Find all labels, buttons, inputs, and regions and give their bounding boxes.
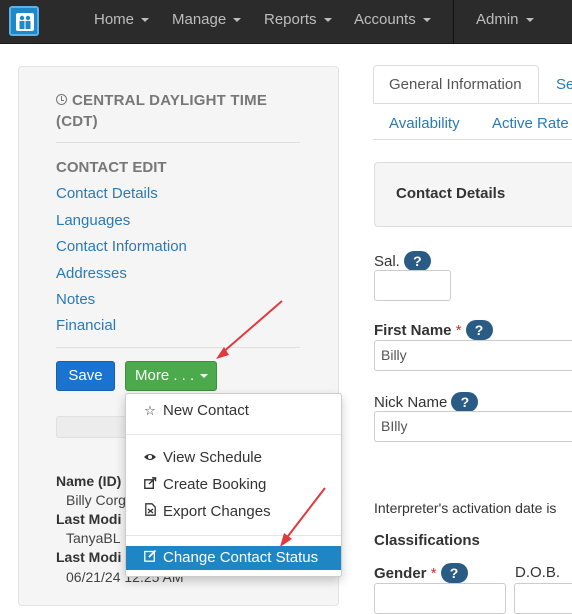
dob-input[interactable] <box>514 583 572 614</box>
annotation-arrow <box>221 300 326 541</box>
gender-select[interactable] <box>374 583 506 614</box>
arrowhead-icon <box>280 533 292 547</box>
annotation-arrows <box>216 300 326 547</box>
